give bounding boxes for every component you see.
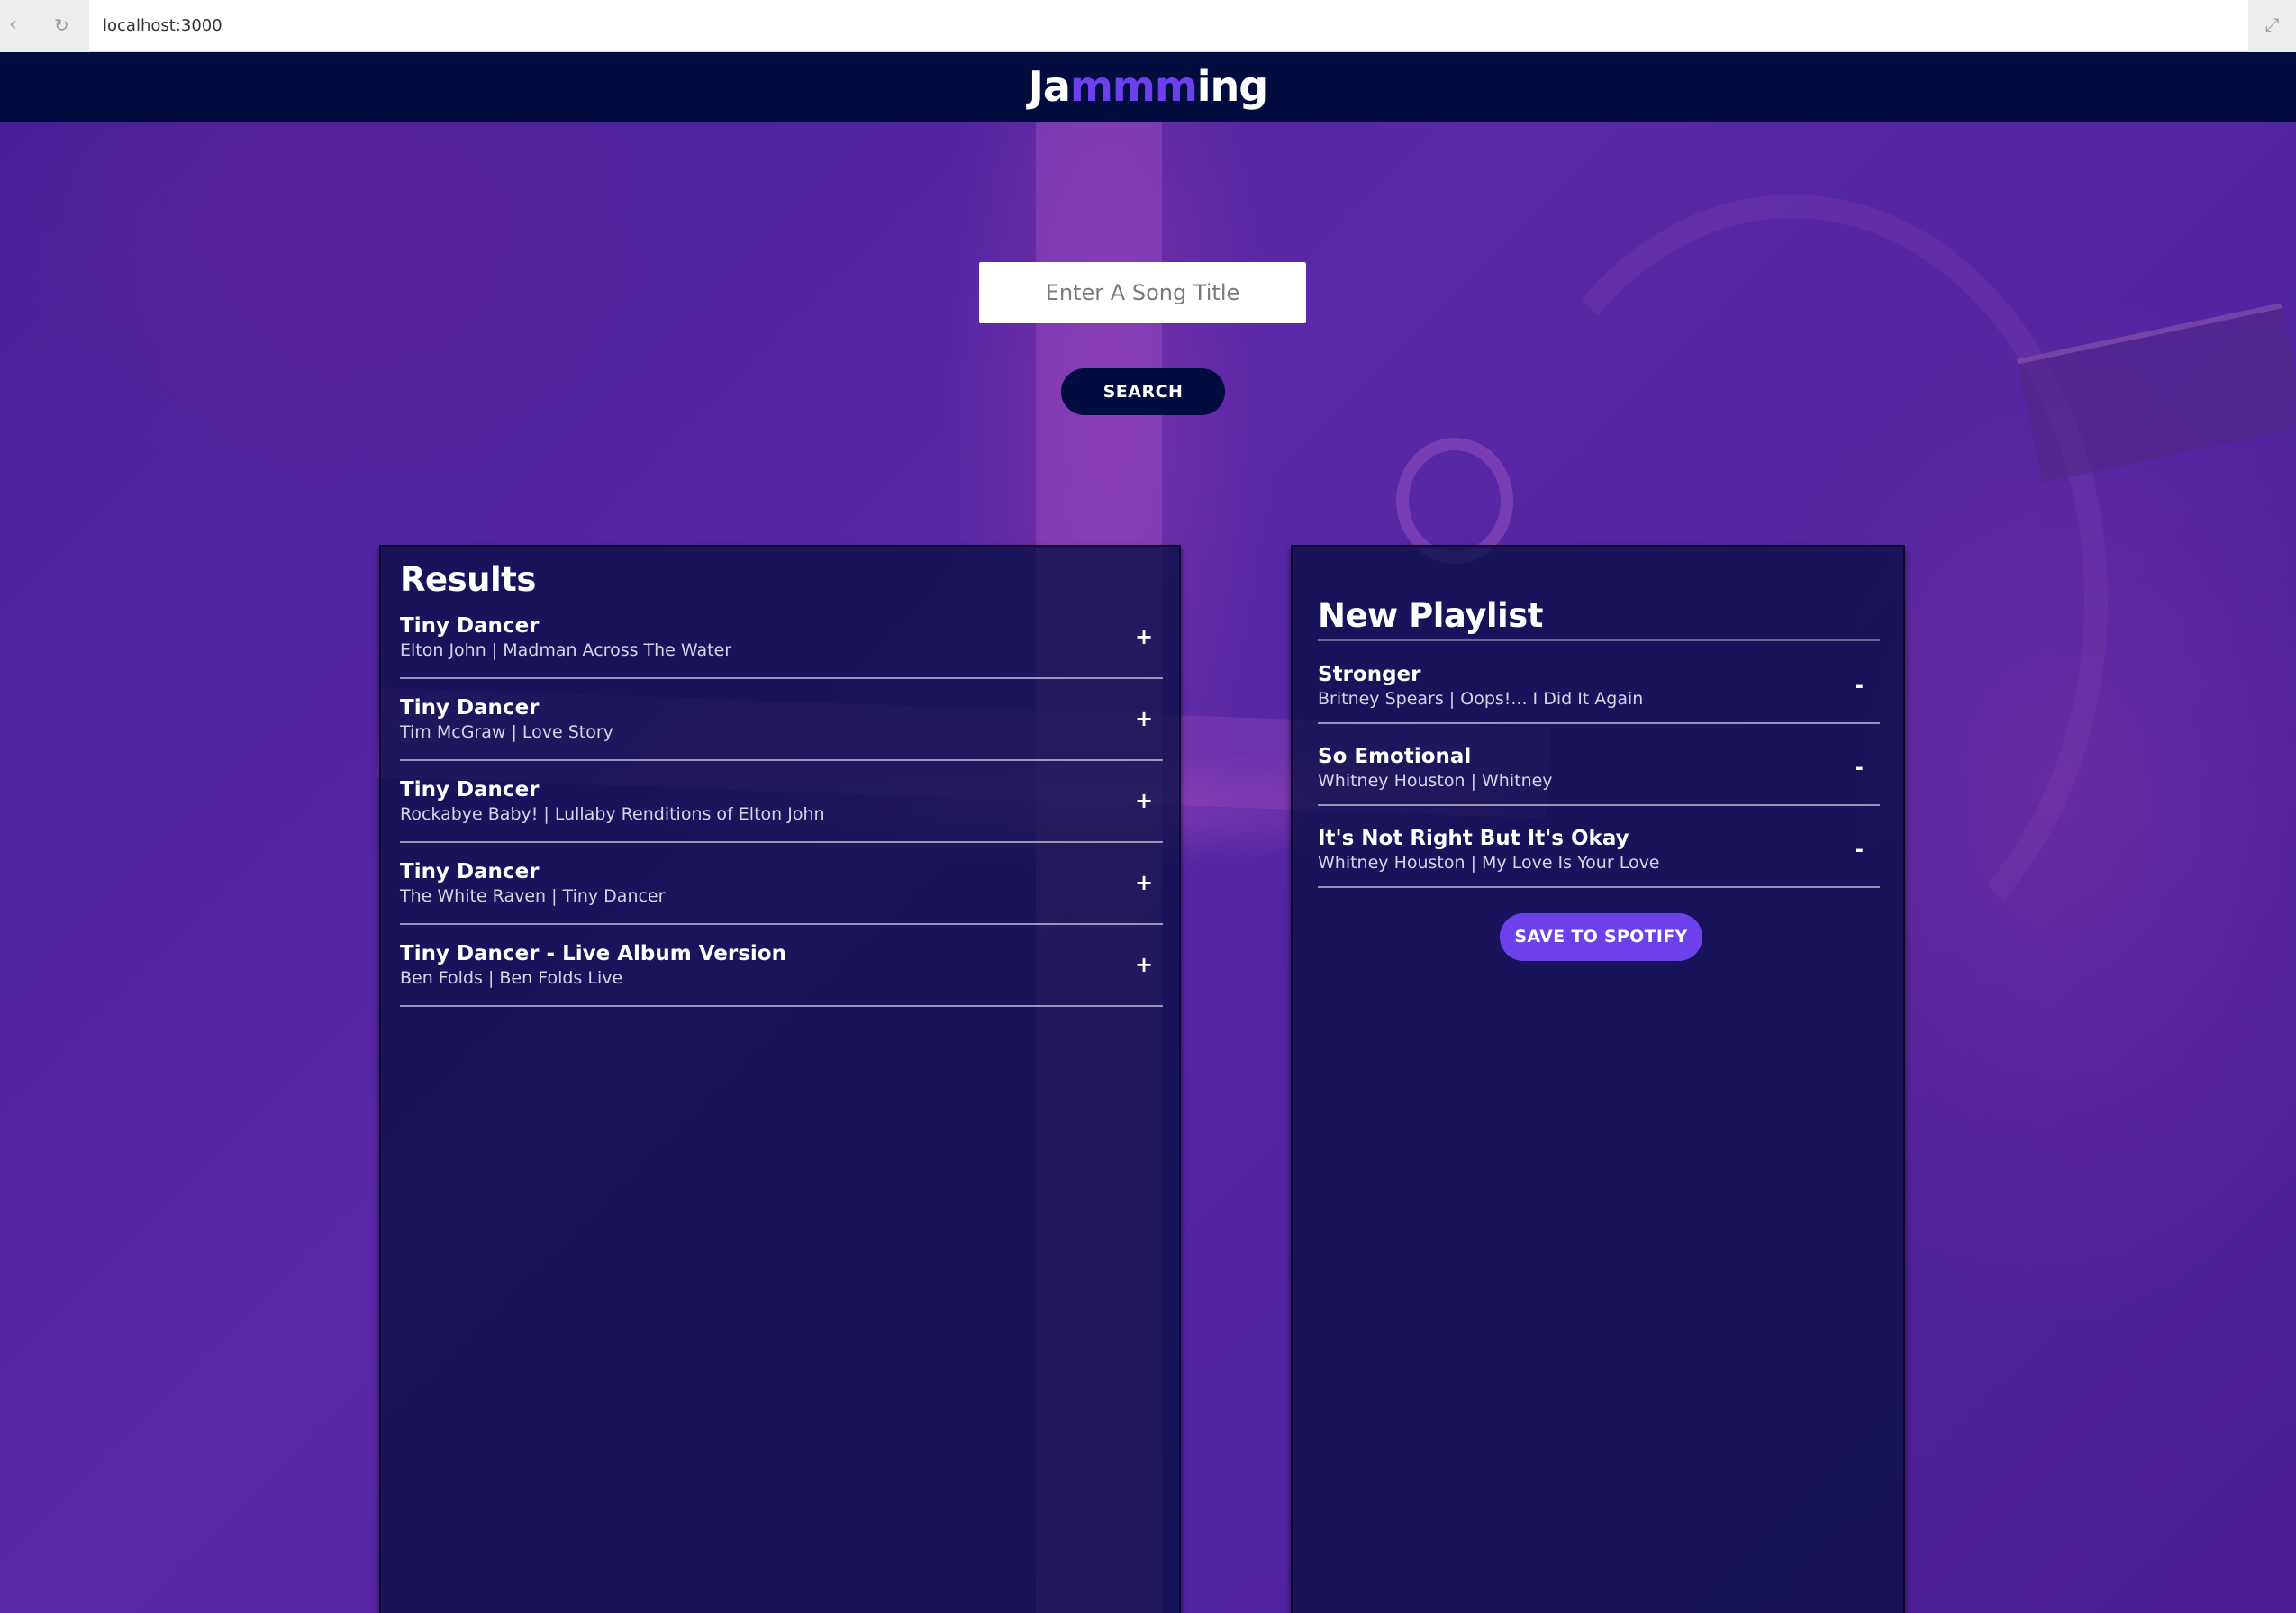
track-artist-album: Whitney Houston | My Love Is Your Love [1318, 853, 1660, 873]
remove-track-button[interactable]: - [1846, 831, 1873, 867]
track-name: Tiny Dancer [400, 696, 540, 720]
search-input[interactable] [979, 262, 1306, 323]
add-track-button[interactable]: + [1130, 701, 1157, 737]
track-item: Tiny Dancer - Live Album Version Ben Fol… [400, 925, 1163, 1007]
add-track-button[interactable]: + [1130, 865, 1157, 901]
app-logo: Jammming [1028, 61, 1268, 112]
playlist-name-input[interactable]: New Playlist [1318, 594, 1543, 639]
track-item: Tiny Dancer The White Raven | Tiny Dance… [400, 843, 1163, 925]
track-name: So Emotional [1318, 745, 1472, 768]
add-track-button[interactable]: + [1130, 783, 1157, 819]
track-name: It's Not Right But It's Okay [1318, 827, 1629, 850]
back-icon[interactable]: ‹ [9, 12, 17, 39]
app-header: Jammming [0, 52, 2296, 122]
search-button[interactable]: SEARCH [1061, 368, 1225, 415]
browser-nav-buttons: ‹ ↻ [0, 0, 89, 52]
track-name: Tiny Dancer [400, 614, 540, 638]
background-cap-strap [2016, 303, 2296, 483]
add-track-button[interactable]: + [1130, 619, 1157, 655]
track-item: Stronger Britney Spears | Oops!... I Did… [1318, 642, 1880, 724]
results-title: Results [400, 560, 536, 599]
playlist-panel: New Playlist Stronger Britney Spears | O… [1291, 545, 1905, 1613]
fullscreen-icon[interactable]: ⤢ [2248, 0, 2296, 52]
track-artist-album: Ben Folds | Ben Folds Live [400, 968, 623, 988]
reload-icon[interactable]: ↻ [54, 12, 69, 39]
playlist-name-underline [1318, 639, 1880, 641]
track-name: Tiny Dancer - Live Album Version [400, 942, 786, 965]
track-name: Tiny Dancer [400, 860, 540, 884]
browser-toolbar: ‹ ↻ localhost:3000 ⤢ [0, 0, 2296, 52]
results-track-list: Tiny Dancer Elton John | Madman Across T… [400, 597, 1163, 1007]
track-item: Tiny Dancer Elton John | Madman Across T… [400, 597, 1163, 679]
track-item: Tiny Dancer Rockabye Baby! | Lullaby Ren… [400, 761, 1163, 843]
add-track-button[interactable]: + [1130, 947, 1157, 983]
logo-suffix: ing [1196, 62, 1268, 111]
results-panel: Results Tiny Dancer Elton John | Madman … [379, 545, 1181, 1613]
logo-prefix: Ja [1028, 62, 1071, 111]
track-artist-album: Elton John | Madman Across The Water [400, 640, 732, 660]
track-item: It's Not Right But It's Okay Whitney Hou… [1318, 806, 1880, 888]
track-artist-album: The White Raven | Tiny Dancer [400, 886, 666, 906]
remove-track-button[interactable]: - [1846, 749, 1873, 785]
playlist-track-list: Stronger Britney Spears | Oops!... I Did… [1318, 642, 1880, 888]
track-item: Tiny Dancer Tim McGraw | Love Story + [400, 679, 1163, 761]
remove-track-button[interactable]: - [1846, 667, 1873, 703]
track-name: Tiny Dancer [400, 778, 540, 802]
track-artist-album: Tim McGraw | Love Story [400, 722, 613, 742]
track-artist-album: Whitney Houston | Whitney [1318, 771, 1553, 791]
track-artist-album: Britney Spears | Oops!... I Did It Again [1318, 689, 1644, 709]
track-item: So Emotional Whitney Houston | Whitney - [1318, 724, 1880, 806]
logo-highlight: mmm [1069, 62, 1198, 111]
track-artist-album: Rockabye Baby! | Lullaby Renditions of E… [400, 804, 825, 824]
save-to-spotify-button[interactable]: SAVE TO SPOTIFY [1500, 913, 1702, 961]
address-bar[interactable]: localhost:3000 [103, 13, 222, 40]
track-name: Stronger [1318, 663, 1421, 686]
